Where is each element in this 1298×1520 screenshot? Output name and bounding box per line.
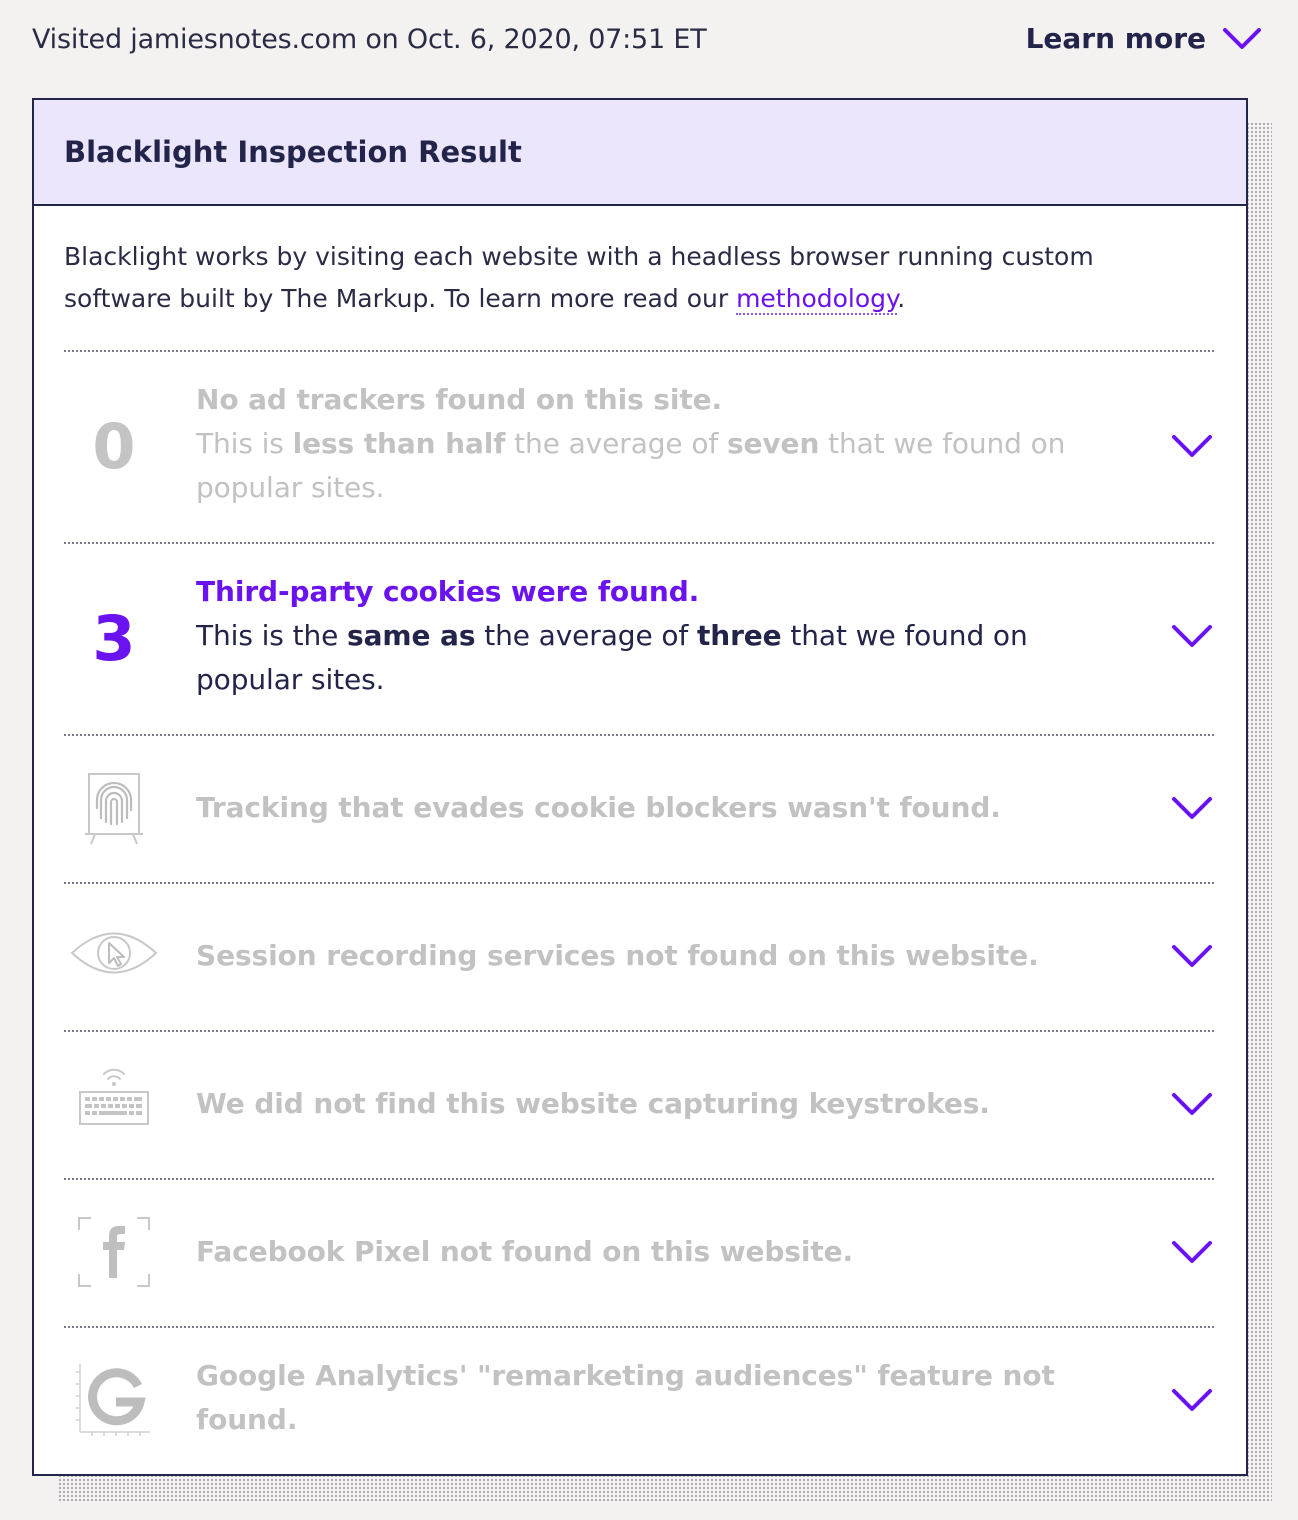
learn-more-toggle[interactable]: Learn more	[1026, 22, 1262, 55]
facebook-pixel-text: Facebook Pixel not found on this website…	[196, 1230, 1096, 1274]
divider	[64, 350, 1214, 352]
fingerprinting-text: Tracking that evades cookie blockers was…	[196, 786, 1096, 830]
chevron-down-icon[interactable]	[1170, 1238, 1214, 1268]
divider	[64, 734, 1214, 736]
ad-tracker-count: 0	[92, 410, 136, 483]
divider	[64, 542, 1214, 544]
ad-trackers-text: No ad trackers found on this site. This …	[196, 378, 1096, 510]
cookies-text: Third-party cookies were found. This is …	[196, 570, 1096, 702]
divider	[64, 1178, 1214, 1180]
row-description: This is the same as the average of three…	[196, 619, 1028, 696]
row-headline: No ad trackers found on this site.	[196, 383, 723, 416]
result-row-session-recording[interactable]: Session recording services not found on …	[64, 902, 1214, 1032]
result-row-facebook-pixel[interactable]: Facebook Pixel not found on this website…	[64, 1198, 1214, 1328]
result-row-ad-trackers[interactable]: 0 No ad trackers found on this site. Thi…	[64, 370, 1214, 540]
row-headline: Third-party cookies were found.	[196, 575, 700, 608]
intro-end: .	[897, 284, 906, 313]
chevron-down-icon[interactable]	[1170, 794, 1214, 824]
divider	[64, 1030, 1214, 1032]
chevron-down-icon[interactable]	[1170, 1090, 1214, 1120]
result-row-fingerprinting[interactable]: Tracking that evades cookie blockers was…	[64, 754, 1214, 884]
row-headline: Facebook Pixel not found on this website…	[196, 1235, 854, 1268]
intro-paragraph: Blacklight works by visiting each websit…	[64, 236, 1184, 320]
row-headline: Session recording services not found on …	[196, 939, 1039, 972]
intro-text: Blacklight works by visiting each websit…	[64, 242, 1094, 313]
methodology-link[interactable]: methodology	[736, 284, 898, 315]
facebook-icon	[64, 1214, 164, 1290]
chevron-down-icon[interactable]	[1170, 432, 1214, 462]
keystrokes-text: We did not find this website capturing k…	[196, 1082, 1096, 1126]
divider	[64, 882, 1214, 884]
google-analytics-text: Google Analytics' "remarketing audiences…	[196, 1354, 1096, 1442]
learn-more-label: Learn more	[1025, 22, 1206, 55]
row-description: This is less than half the average of se…	[196, 427, 1066, 504]
top-bar: Visited jamiesnotes.com on Oct. 6, 2020,…	[0, 0, 1298, 90]
divider	[64, 1326, 1214, 1328]
row-headline: Tracking that evades cookie blockers was…	[196, 791, 1001, 824]
google-icon	[64, 1360, 164, 1440]
inspection-result-card: Blacklight Inspection Result Blacklight …	[32, 98, 1248, 1476]
keyboard-wifi-icon	[64, 1064, 164, 1130]
fingerprint-icon	[64, 770, 164, 846]
result-row-key-logging[interactable]: We did not find this website capturing k…	[64, 1050, 1214, 1180]
chevron-down-icon[interactable]	[1170, 942, 1214, 972]
result-row-third-party-cookies[interactable]: 3 Third-party cookies were found. This i…	[64, 562, 1214, 732]
chevron-down-icon[interactable]	[1170, 1386, 1214, 1416]
card-title: Blacklight Inspection Result	[64, 135, 522, 169]
row-headline: We did not find this website capturing k…	[196, 1087, 990, 1120]
result-row-google-analytics[interactable]: Google Analytics' "remarketing audiences…	[64, 1346, 1214, 1466]
row-headline: Google Analytics' "remarketing audiences…	[196, 1359, 1055, 1436]
session-recording-text: Session recording services not found on …	[196, 934, 1096, 978]
chevron-down-icon	[1223, 27, 1261, 49]
card-header: Blacklight Inspection Result	[34, 100, 1246, 206]
chevron-down-icon[interactable]	[1170, 622, 1214, 652]
visited-info: Visited jamiesnotes.com on Oct. 6, 2020,…	[32, 24, 707, 55]
cookie-count: 3	[92, 602, 136, 675]
eye-cursor-icon	[64, 926, 164, 980]
